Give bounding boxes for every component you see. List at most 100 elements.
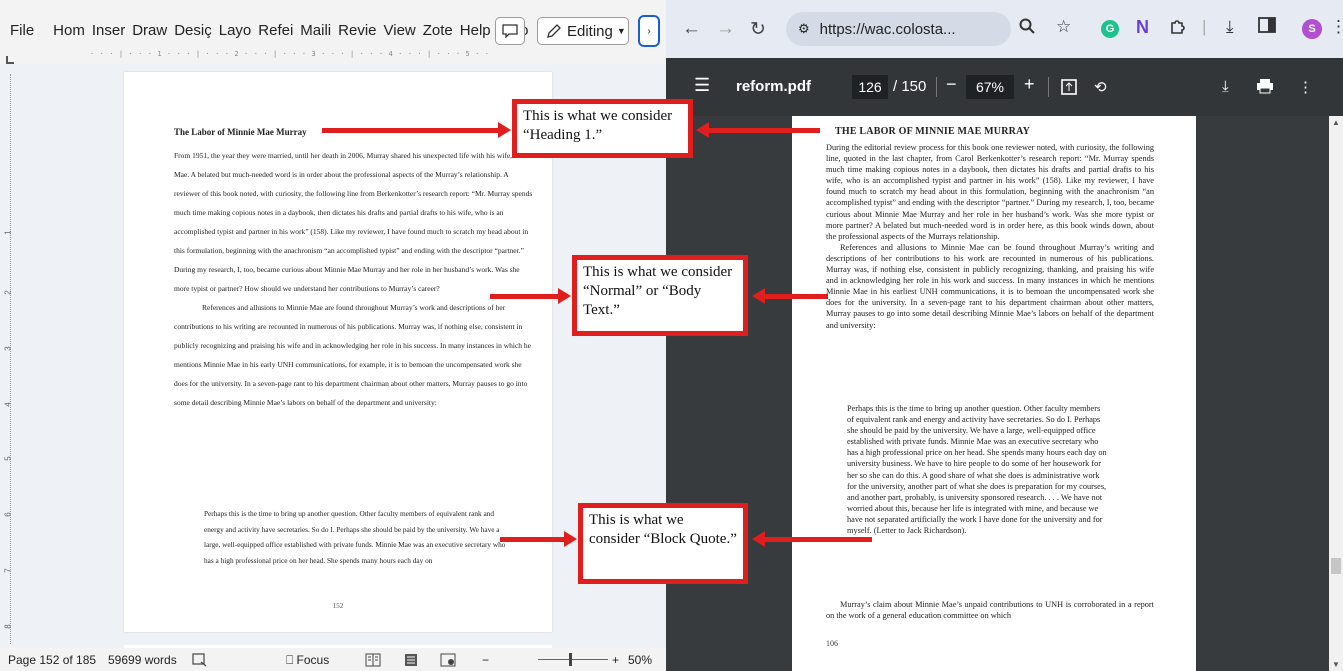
tab-home[interactable]: Hom <box>51 22 87 39</box>
side-panel-icon[interactable] <box>1258 17 1276 38</box>
print-layout-icon[interactable] <box>404 653 418 670</box>
vruler-number: 2 <box>3 290 13 295</box>
tab-help[interactable]: Help <box>458 22 493 39</box>
vruler-number: 5 <box>3 456 13 461</box>
site-info-icon[interactable]: ⚙ <box>798 21 810 37</box>
pdf-paragraph: Murray’s claim about Minnie Mae’s unpaid… <box>826 600 1154 621</box>
tab-zotero[interactable]: Zote <box>421 22 455 39</box>
hamburger-menu-icon[interactable]: ☰ <box>694 75 710 96</box>
heading-arrow-line-left <box>322 128 500 133</box>
pdf-heading: THE LABOR OF MINNIE MAE MURRAY <box>835 126 1030 137</box>
print-icon[interactable] <box>1256 78 1274 98</box>
zoom-slider-thumb[interactable] <box>569 653 572 666</box>
page-number-input[interactable]: 126 <box>852 75 888 99</box>
search-icon[interactable] <box>1018 17 1036 40</box>
n-extension-icon[interactable]: N <box>1136 17 1149 38</box>
scroll-down-icon[interactable]: ▼ <box>1332 660 1340 669</box>
pdf-page-number: 106 <box>826 639 838 648</box>
status-bar: Page 152 of 185 59699 words ⎕ Focus − + … <box>0 648 666 671</box>
download-icon[interactable]: ⤓ <box>1226 17 1234 37</box>
toolbar-separator <box>1048 77 1049 97</box>
zoom-slider-track[interactable] <box>538 659 608 660</box>
zoom-input[interactable]: 67% <box>966 75 1014 99</box>
doc-heading: The Labor of Minnie Mae Murray <box>174 127 307 137</box>
pdf-filename: reform.pdf <box>736 78 811 95</box>
pdf-paragraph: During the editorial review process for … <box>826 143 1154 241</box>
zoom-in-icon[interactable]: + <box>1024 74 1035 95</box>
toolbar-divider: | <box>1202 17 1207 36</box>
comments-button[interactable] <box>495 17 525 45</box>
tab-insert[interactable]: Inser <box>90 22 127 39</box>
vruler-number: 1 <box>3 230 13 235</box>
reload-icon[interactable]: ↻ <box>750 18 766 41</box>
doc-body: From 1951, the year they were married, u… <box>174 146 536 412</box>
chevron-down-icon: ▼ <box>616 26 626 36</box>
zoom-level[interactable]: 50% <box>628 653 652 667</box>
heading-arrow-line-right <box>708 128 820 133</box>
chevron-right-icon: › <box>647 25 651 37</box>
extensions-puzzle-icon[interactable] <box>1169 17 1187 40</box>
scroll-thumb[interactable] <box>1331 558 1341 574</box>
profile-avatar[interactable]: S <box>1302 19 1322 39</box>
focus-icon: ⎕ <box>286 653 294 667</box>
back-icon[interactable]: ← <box>682 18 701 40</box>
toolbar-separator <box>936 77 937 97</box>
download-pdf-icon[interactable]: ⤓ <box>1222 78 1229 95</box>
normal-arrow-line-right <box>764 294 828 299</box>
proofing-icon[interactable] <box>192 653 208 670</box>
url-text: https://wac.colosta... <box>819 20 956 38</box>
grammarly-extension-icon[interactable]: G <box>1101 20 1119 38</box>
rotate-icon[interactable]: ⟲ <box>1094 78 1107 96</box>
pdf-page[interactable]: THE LABOR OF MINNIE MAE MURRAY During th… <box>792 116 1196 671</box>
tab-design[interactable]: Desiç <box>172 22 214 39</box>
tab-review[interactable]: Revie <box>336 22 378 39</box>
bookmark-star-icon[interactable]: ☆ <box>1056 17 1071 37</box>
browser-window: ← → ↻ ⚙ https://wac.colosta... ☆ G N | ⤓… <box>666 0 1343 671</box>
focus-button[interactable]: ⎕ Focus <box>286 653 329 668</box>
editing-label: Editing <box>567 22 613 40</box>
vertical-ruler: 1 2 3 4 5 6 7 8 <box>0 64 22 648</box>
pdf-body: During the editorial review process for … <box>826 142 1154 331</box>
normal-callout: This is what we consider “Normal” or “Bo… <box>572 255 748 336</box>
ribbon-more-button[interactable]: › <box>638 15 660 47</box>
browser-menu-icon[interactable]: ⋮ <box>1330 17 1343 37</box>
focus-label: Focus <box>296 653 330 667</box>
web-layout-icon[interactable] <box>440 653 456 670</box>
editing-mode-dropdown[interactable]: Editing ▼ <box>537 17 629 45</box>
tab-draw[interactable]: Draw <box>130 22 169 39</box>
document-page[interactable]: The Labor of Minnie Mae Murray From 1951… <box>124 72 552 632</box>
doc-block-quote: Perhaps this is the time to bring up ano… <box>204 509 506 565</box>
vruler-number: 3 <box>3 346 13 351</box>
zoom-out-button[interactable]: − <box>482 653 489 667</box>
tab-references[interactable]: Refei <box>256 22 295 39</box>
tab-view[interactable]: View <box>382 22 418 39</box>
scroll-up-icon[interactable]: ▲ <box>1332 118 1340 127</box>
zoom-out-icon[interactable]: − <box>946 74 957 95</box>
page-count[interactable]: Page 152 of 185 <box>8 653 96 667</box>
address-bar[interactable]: ⚙ https://wac.colosta... <box>786 12 1011 46</box>
arrow-right-icon <box>498 122 511 138</box>
word-count[interactable]: 59699 words <box>108 653 177 667</box>
quote-arrow-line-right <box>764 537 872 542</box>
blockquote-callout: This is what we consider “Block Quote.” <box>578 503 748 584</box>
heading1-callout: This is what we consider “Heading 1.” <box>512 99 693 158</box>
zoom-in-button[interactable]: + <box>612 653 619 667</box>
tab-stop-selector[interactable] <box>6 56 14 64</box>
pencil-icon <box>547 24 561 38</box>
fit-page-icon[interactable] <box>1060 78 1078 100</box>
pdf-toolbar: ☰ reform.pdf 126 / 150 − 67% + ⟲ ⤓ ⋮ <box>666 58 1343 116</box>
arrow-right-icon <box>564 531 577 547</box>
forward-icon[interactable]: → <box>716 18 735 40</box>
pdf-paragraph: References and allusions to Minnie Mae c… <box>826 242 1154 330</box>
doc-page-number: 152 <box>332 602 344 610</box>
tab-mailings[interactable]: Maili <box>298 22 333 39</box>
pdf-more-icon[interactable]: ⋮ <box>1298 78 1313 96</box>
comment-icon <box>502 24 518 38</box>
quote-arrow-line-left <box>500 537 566 542</box>
ribbon-tabs: File Hom Inser Draw Desiç Layo Refei Mai… <box>8 22 533 39</box>
tab-file[interactable]: File <box>8 22 36 39</box>
pdf-scrollbar[interactable]: ▲ ▼ <box>1329 116 1343 671</box>
horizontal-ruler: · · · | · · · 1 · · · | · · · 2 · · · | … <box>90 50 490 58</box>
read-mode-icon[interactable] <box>365 653 381 670</box>
tab-layout[interactable]: Layo <box>217 22 254 39</box>
